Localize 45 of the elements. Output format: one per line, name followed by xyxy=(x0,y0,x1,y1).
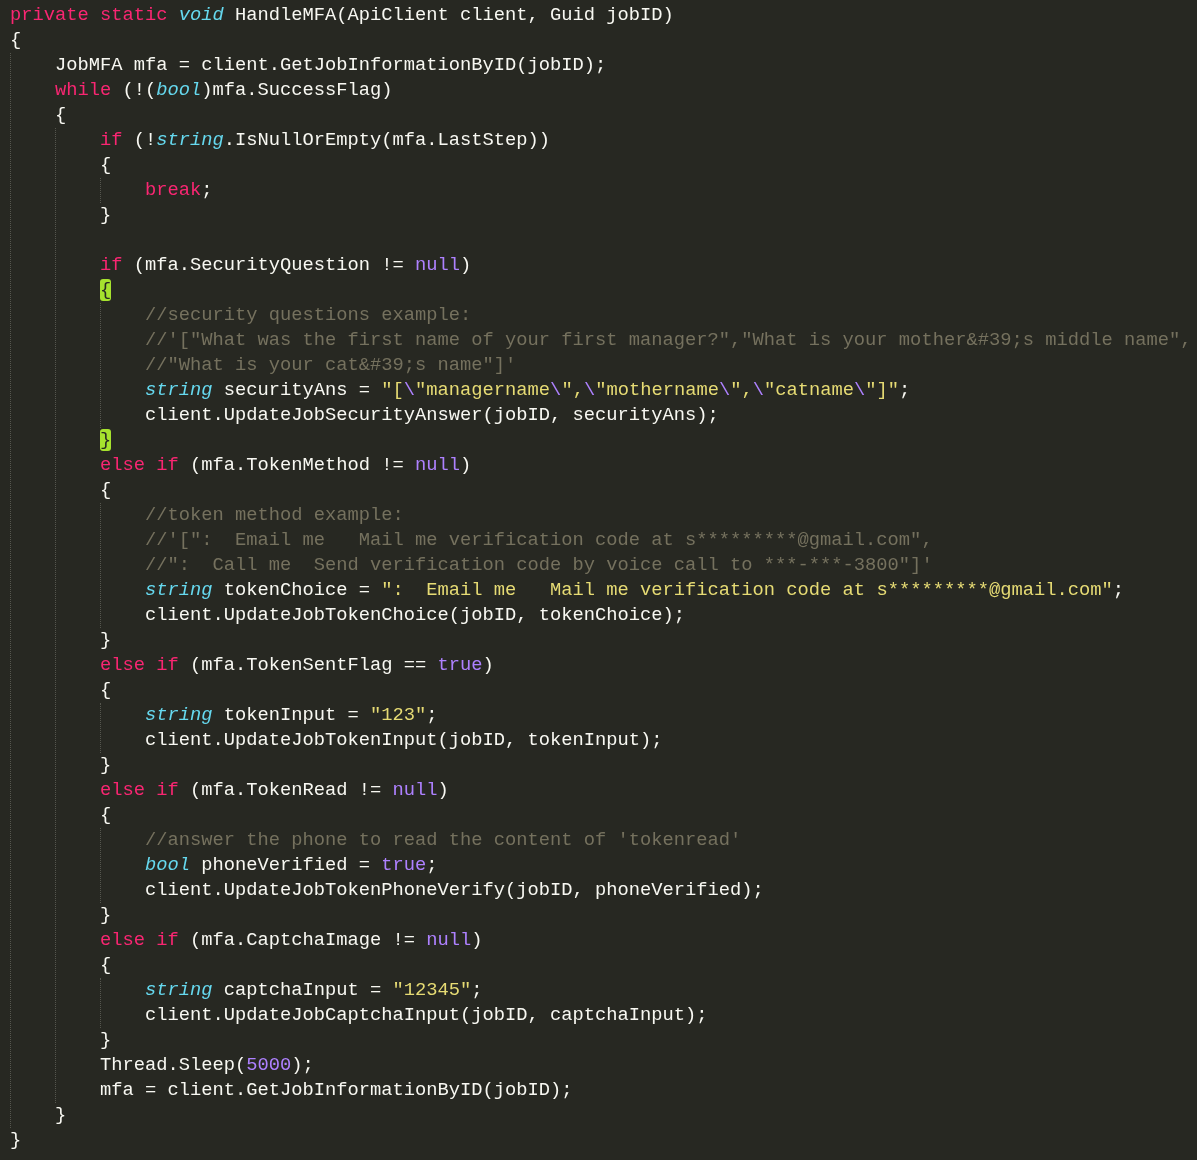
code-line: client.UpdateJobTokenPhoneVerify(jobID, phoneVerified); xyxy=(145,878,764,903)
code-line: else if (mfa.TokenRead != null) xyxy=(100,778,449,803)
code-line: if (mfa.SecurityQuestion != null) xyxy=(100,253,472,278)
code-line: while (!(bool)mfa.SuccessFlag) xyxy=(55,78,393,103)
code-line: //security questions example: xyxy=(145,303,472,328)
code-line: else if (mfa.CaptchaImage != null) xyxy=(100,928,483,953)
code-line: { xyxy=(100,153,112,178)
code-line: { xyxy=(100,278,112,303)
code-line: { xyxy=(55,103,67,128)
code-line: string tokenChoice = ": Email me Mail me verification code at s*********@gmail.com"; xyxy=(145,578,1124,603)
code-line: string tokenInput = "123"; xyxy=(145,703,438,728)
code-line: //'["What was the first name of your first manager?","What is your mother&#39;s middle name", xyxy=(145,328,1192,353)
code-line: { xyxy=(100,678,112,703)
code-line: } xyxy=(100,203,112,228)
code-line: } xyxy=(100,753,112,778)
code-line: JobMFA mfa = client.GetJobInformationByID(jobID); xyxy=(55,53,607,78)
code-line: } xyxy=(55,1103,67,1128)
code-line: //"What is your cat&#39;s name"]' xyxy=(145,353,517,378)
code-line: //token method example: xyxy=(145,503,404,528)
code-line: Thread.Sleep(5000); xyxy=(100,1053,314,1078)
code-line: } xyxy=(100,628,112,653)
code-line: client.UpdateJobSecurityAnswer(jobID, securityAns); xyxy=(145,403,719,428)
code-line: bool phoneVerified = true; xyxy=(145,853,438,878)
code-line: { xyxy=(100,953,112,978)
code-line: mfa = client.GetJobInformationByID(jobID); xyxy=(100,1078,573,1103)
code-line: } xyxy=(10,1128,22,1153)
code-line: string securityAns = "[\"managername\",\"mothername\",\"catname\"]"; xyxy=(145,378,911,403)
code-line: else if (mfa.TokenSentFlag == true) xyxy=(100,653,494,678)
code-line: if (!string.IsNullOrEmpty(mfa.LastStep)) xyxy=(100,128,551,153)
code-line: break; xyxy=(145,178,213,203)
code-line: else if (mfa.TokenMethod != null) xyxy=(100,453,472,478)
code-line: { xyxy=(100,478,112,503)
code-line: { xyxy=(100,803,112,828)
code-line: //'[": Email me Mail me verification code at s*********@gmail.com", xyxy=(145,528,933,553)
code-line: //answer the phone to read the content of 'tokenread' xyxy=(145,828,742,853)
code-line: //": Call me Send verification code by voice call to ***-***-3800"]' xyxy=(145,553,933,578)
code-line: } xyxy=(100,428,112,453)
code-line: private static void HandleMFA(ApiClient client, Guid jobID) xyxy=(10,3,674,28)
code-line: client.UpdateJobCaptchaInput(jobID, captchaInput); xyxy=(145,1003,708,1028)
code-line: client.UpdateJobTokenInput(jobID, tokenInput); xyxy=(145,728,663,753)
code-line: } xyxy=(100,1028,112,1053)
code-line: } xyxy=(100,903,112,928)
code-line: client.UpdateJobTokenChoice(jobID, tokenChoice); xyxy=(145,603,686,628)
code-line: string captchaInput = "12345"; xyxy=(145,978,483,1003)
code-line: { xyxy=(10,28,22,53)
